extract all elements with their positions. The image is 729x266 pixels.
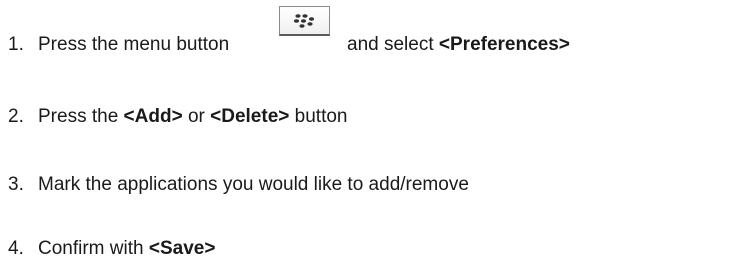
add-option: <Add>	[123, 106, 183, 127]
step-text: and select	[347, 34, 434, 55]
step-3: 3. Mark the applications you would like t…	[8, 173, 469, 197]
preferences-option: <Preferences>	[438, 34, 570, 55]
step-1-continuation: and select <Preferences>	[347, 33, 570, 57]
step-4: 4. Confirm with <Save>	[8, 237, 215, 261]
save-option: <Save>	[148, 238, 216, 259]
delete-option: <Delete>	[210, 106, 290, 127]
instruction-list: 1. Press the menu button and select <Pref…	[0, 0, 729, 266]
step-number: 3.	[8, 174, 24, 195]
step-text: Press the	[38, 106, 119, 127]
step-text: Press the menu button	[38, 34, 230, 55]
step-text: Mark the applications you would like to …	[38, 174, 469, 195]
step-number: 1.	[8, 34, 24, 55]
step-1: 1. Press the menu button	[8, 33, 229, 57]
blackberry-logo-icon	[293, 14, 315, 28]
step-number: 4.	[8, 238, 24, 259]
step-text: button	[294, 106, 348, 127]
blackberry-menu-key-icon	[279, 6, 330, 36]
step-number: 2.	[8, 106, 24, 127]
step-text: Confirm with	[38, 238, 144, 259]
step-text: or	[187, 106, 205, 127]
step-2: 2. Press the <Add> or <Delete> button	[8, 105, 347, 129]
